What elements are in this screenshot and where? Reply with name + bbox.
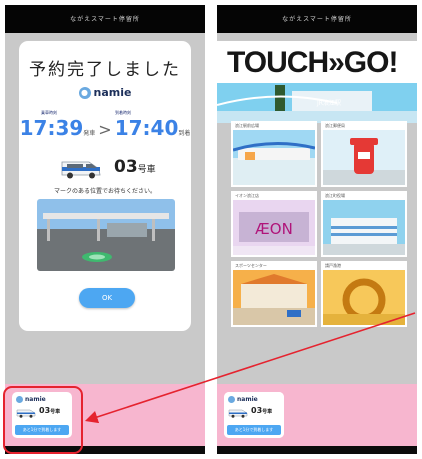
annotation-arrow-icon [84,312,416,424]
